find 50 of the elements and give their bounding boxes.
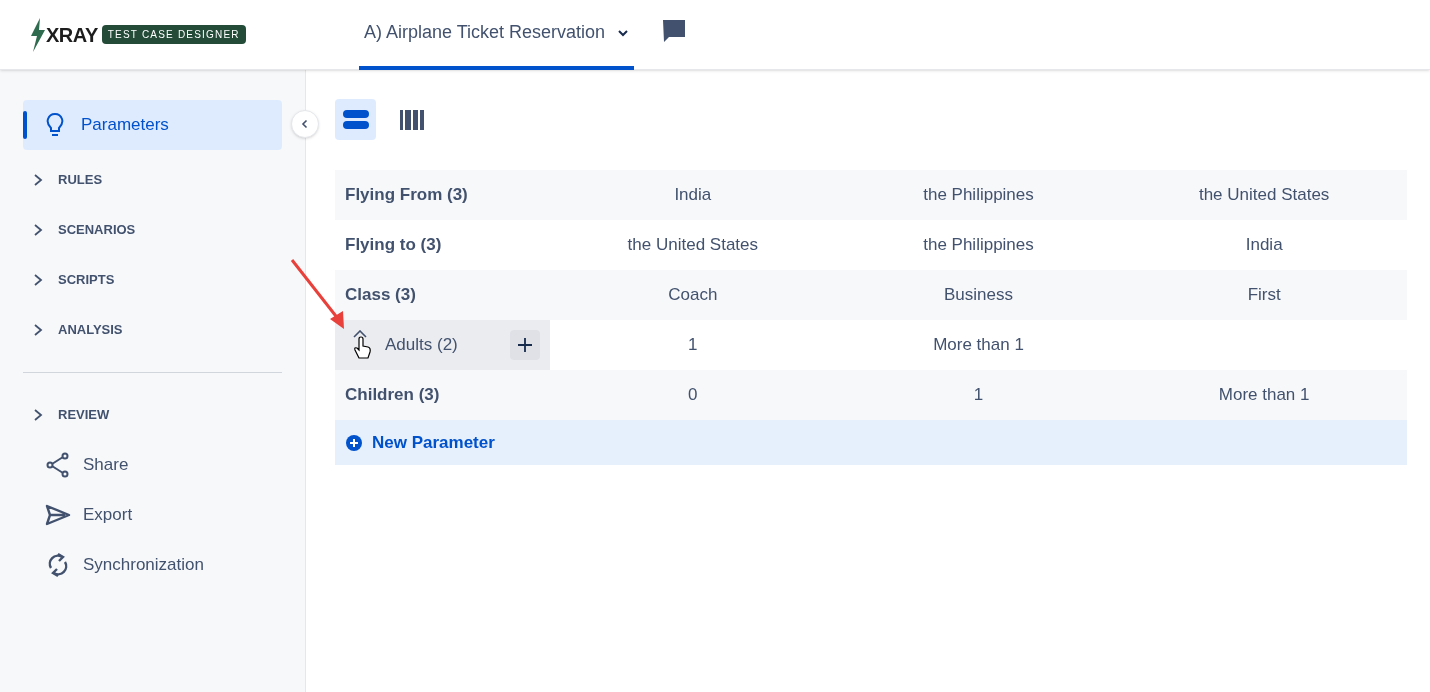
chevron-icon [33,323,43,337]
new-parameter-button[interactable]: New Parameter [335,420,1407,465]
parameter-name-cell[interactable]: Adults (2) [335,320,550,370]
chevron-icon [33,408,43,422]
lightbulb-icon [46,113,64,137]
sidebar-section[interactable]: REVIEW [23,390,282,440]
parameter-value: 1 [972,384,985,407]
parameter-value: Business [943,284,1014,307]
chat-icon[interactable] [661,17,688,44]
parameter-name-cell[interactable]: Class (3) [335,270,550,320]
sidebar-section[interactable]: SCENARIOS [23,205,282,255]
logo-tagline: TEST CASE DESIGNER [101,25,246,44]
rows-view-icon [342,109,369,130]
chevron-left-icon [300,119,310,129]
project-tab[interactable]: A) Airplane Ticket Reservation [359,0,635,70]
parameter-value: Coach [667,284,719,307]
parameter-value: India [673,184,713,207]
parameter-name-cell[interactable]: Flying From (3) [335,170,550,220]
parameter-name-cell[interactable]: Flying to (3) [335,220,550,270]
parameter-value: the United States [1197,184,1331,207]
collapse-sidebar-button[interactable] [291,110,319,138]
lightning-bolt-icon [30,17,46,52]
parameter-value: the Philippines [922,184,1035,207]
parameter-value: More than 1 [1217,384,1311,407]
sidebar-section[interactable]: RULES [23,155,282,205]
add-value-button[interactable] [510,330,540,360]
parameter-name-cell[interactable]: Children (3) [335,370,550,420]
sidebar-item[interactable]: Parameters [23,100,282,150]
logo-wordmark: XRAY [46,22,98,48]
parameter-value: More than 1 [932,334,1025,357]
parameter-value: 1 [687,334,699,357]
parameter-value: First [1246,284,1282,307]
parameter-value: 0 [687,384,699,407]
parameter-value: the United States [626,234,760,257]
parameter-value: the Philippines [922,234,1035,257]
sidebar-item[interactable]: Synchronization [23,540,282,590]
rows-view-icon-button[interactable] [335,99,376,140]
parameter-value: India [1244,234,1284,257]
plus-icon [518,338,532,352]
send-icon [45,504,71,526]
share-icon [45,452,71,478]
sidebar-item[interactable]: Share [23,440,282,490]
columns-view-icon [399,109,424,130]
sidebar-section[interactable]: ANALYSIS [23,305,282,355]
sidebar-item[interactable]: Export [23,490,282,540]
sidebar-section[interactable]: SCRIPTS [23,255,282,305]
chevron-icon [33,273,43,287]
plus-circle-icon [346,434,362,451]
chevron-icon [33,173,43,187]
chevron-icon [33,223,43,237]
